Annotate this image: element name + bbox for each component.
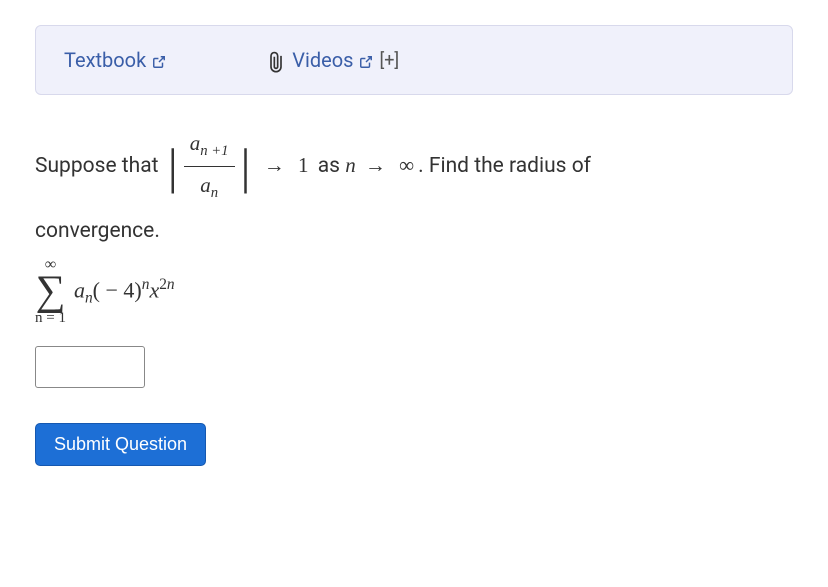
limit-value: 1 [294, 153, 313, 177]
as-text: as [318, 154, 345, 178]
denominator: an [194, 167, 224, 208]
problem-statement: Suppose that | an +1 an | → 1 as n → ∞. … [35, 125, 793, 207]
sigma-block: ∞ ∑ n = 1 [35, 257, 66, 326]
abs-bar-right: | [237, 141, 255, 191]
sigma-symbol: ∑ [36, 273, 66, 311]
series-term: an( − 4)nx2n [66, 276, 175, 308]
n-var: n [345, 153, 356, 177]
abs-bar-left: | [164, 141, 182, 191]
convergence-text: convergence. [35, 215, 793, 249]
videos-link[interactable]: Videos [+] [266, 48, 399, 72]
infinity-symbol: ∞ [395, 153, 418, 177]
arrow-op-2: → [361, 153, 390, 177]
external-link-icon [359, 48, 373, 72]
numerator: an +1 [184, 125, 235, 167]
arrow-op: → [260, 153, 289, 177]
attachment-icon [266, 48, 286, 72]
intro-text: Suppose that [35, 154, 164, 178]
submit-button[interactable]: Submit Question [35, 423, 206, 466]
abs-fraction: | an +1 an | [164, 125, 255, 207]
sigma-lower: n = 1 [35, 311, 66, 326]
textbook-label: Textbook [64, 48, 146, 72]
answer-input[interactable] [35, 346, 145, 388]
textbook-link[interactable]: Textbook [64, 48, 166, 72]
external-link-icon [152, 48, 166, 72]
find-text: . Find the radius of [418, 154, 591, 178]
resources-box: Textbook Videos [+] [35, 25, 793, 95]
fraction: an +1 an [182, 125, 237, 207]
series-expression: ∞ ∑ n = 1 an( − 4)nx2n [35, 257, 793, 326]
videos-label: Videos [292, 48, 353, 72]
expand-badge[interactable]: [+] [379, 50, 399, 71]
